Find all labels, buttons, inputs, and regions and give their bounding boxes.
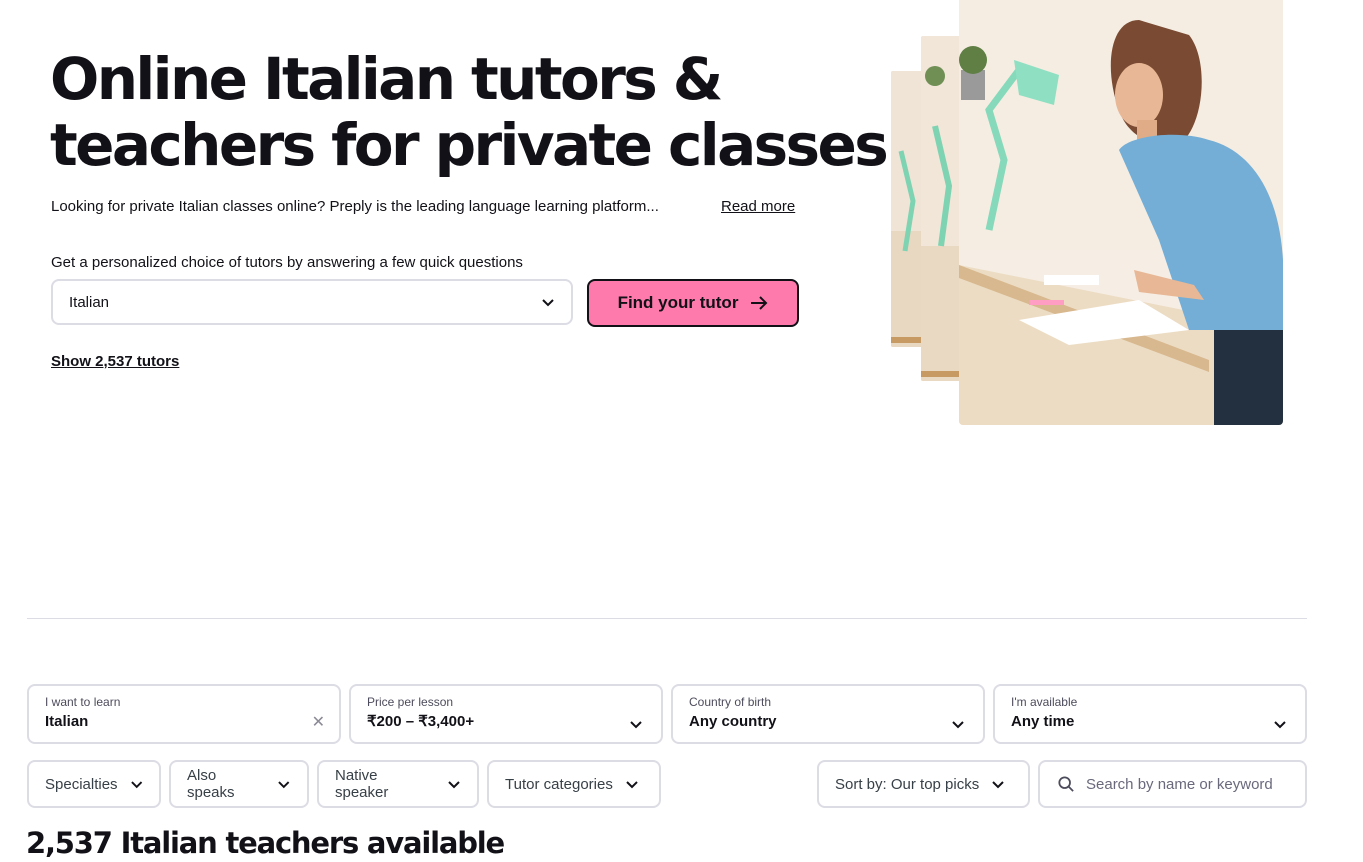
filter-price-per-lesson[interactable]: Price per lesson ₹200 – ₹3,400+ xyxy=(349,684,663,744)
filter-price-label: Price per lesson xyxy=(367,695,454,709)
find-your-tutor-button[interactable]: Find your tutor xyxy=(587,279,799,327)
language-select[interactable]: Italian xyxy=(51,279,573,325)
section-divider xyxy=(27,618,1307,619)
filter-availability[interactable]: I'm available Any time xyxy=(993,684,1307,744)
search-box[interactable] xyxy=(1038,760,1307,808)
chevron-down-icon xyxy=(626,781,638,789)
filter-learn-label: I want to learn xyxy=(45,695,121,709)
chevron-down-icon xyxy=(630,721,642,729)
find-your-tutor-label: Find your tutor xyxy=(617,293,739,312)
chevron-down-icon xyxy=(448,781,460,789)
search-input[interactable] xyxy=(1084,774,1287,794)
chevron-down-icon xyxy=(542,299,554,307)
page-title-line-2: teachers for private classes xyxy=(50,111,889,179)
chevron-down-icon xyxy=(952,721,964,729)
chevron-down-icon xyxy=(130,781,142,789)
sort-select[interactable]: Sort by: Our top picks xyxy=(817,760,1030,808)
close-icon[interactable]: ✕ xyxy=(312,712,325,732)
filter-country-label: Country of birth xyxy=(689,695,772,709)
filter-available-value: Any time xyxy=(1011,713,1075,730)
filter-country-of-birth[interactable]: Country of birth Any country xyxy=(671,684,985,744)
hero-photo-tutor xyxy=(959,0,1283,425)
tutor-categories-filter[interactable]: Tutor categories xyxy=(487,760,661,808)
native-speaker-label: Native speaker xyxy=(335,767,389,801)
arrow-right-icon xyxy=(751,296,768,310)
filter-learn-value: Italian xyxy=(45,713,89,730)
chevron-down-icon xyxy=(1274,721,1286,729)
also-speaks-filter[interactable]: Also speaks xyxy=(169,760,309,808)
also-speaks-label: Also speaks xyxy=(187,767,235,801)
page-title: Online Italian tutors & teachers for pri… xyxy=(50,45,889,179)
native-speaker-filter[interactable]: Native speaker xyxy=(317,760,479,808)
filter-available-label: I'm available xyxy=(1011,695,1078,709)
filter-i-want-to-learn[interactable]: I want to learn Italian ✕ xyxy=(27,684,341,744)
filter-price-value: ₹200 – ₹3,400+ xyxy=(367,713,475,730)
chevron-down-icon xyxy=(278,781,290,789)
read-more-link[interactable]: Read more xyxy=(721,197,795,217)
sort-label: Sort by: Our top picks xyxy=(835,775,980,793)
tutor-categories-label: Tutor categories xyxy=(505,775,613,793)
results-count-title: 2,537 Italian teachers available xyxy=(26,826,505,860)
show-tutors-link[interactable]: Show 2,537 tutors xyxy=(51,353,179,370)
quiz-label: Get a personalized choice of tutors by a… xyxy=(51,254,523,271)
page-title-line-1: Online Italian tutors & xyxy=(50,45,723,113)
language-select-value: Italian xyxy=(69,293,110,311)
specialties-filter[interactable]: Specialties xyxy=(27,760,161,808)
search-icon xyxy=(1058,776,1074,792)
hero-description: Looking for private Italian classes onli… xyxy=(51,198,659,215)
specialties-label: Specialties xyxy=(45,775,118,793)
filter-country-value: Any country xyxy=(689,713,777,730)
chevron-down-icon xyxy=(992,781,1004,789)
